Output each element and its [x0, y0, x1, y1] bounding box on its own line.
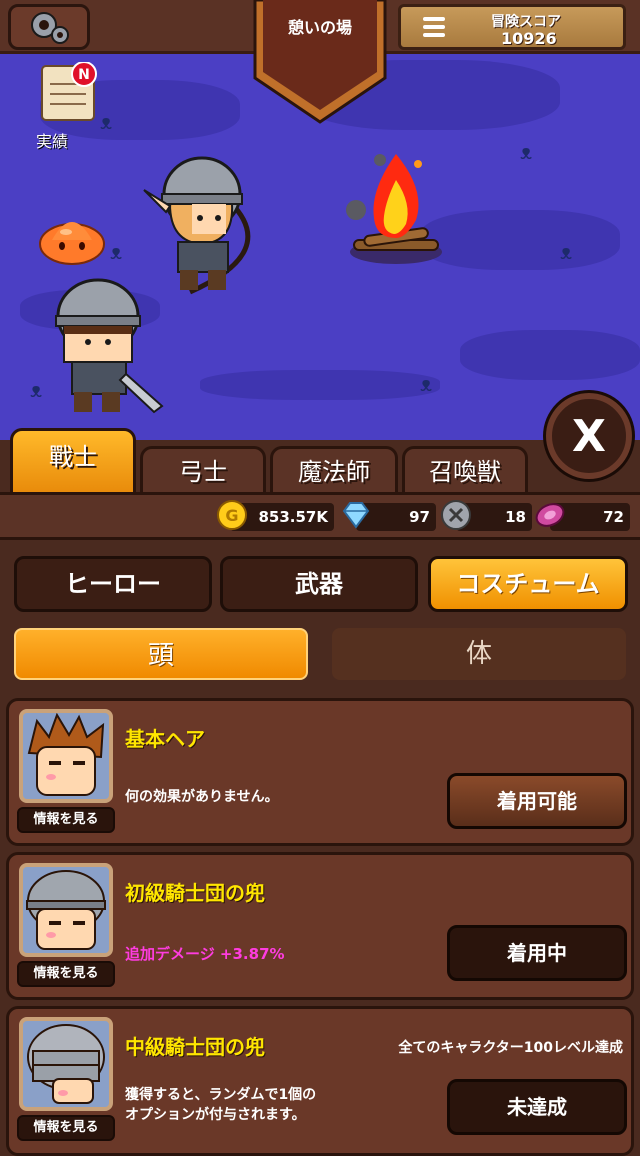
- slime-monster: [39, 222, 105, 265]
- tab-archer[interactable]: 弓士: [140, 446, 266, 494]
- basic-hair-portrait-icon: [27, 713, 105, 796]
- view-info-button[interactable]: 情報を見る: [17, 1115, 115, 1141]
- item-description: 何の効果がありません。: [125, 789, 279, 805]
- costume-item-card: 情報を見る 中級騎士団の兜 全てのキャラクター100レベル達成 獲得すると、ラン…: [6, 1006, 634, 1156]
- new-badge: N: [78, 67, 90, 83]
- diamond-icon: [342, 502, 370, 529]
- achievement-scroll-icon[interactable]: N: [36, 62, 100, 124]
- subcategory-head-button[interactable]: 頭: [14, 628, 308, 680]
- category-hero-button[interactable]: ヒーロー: [14, 556, 212, 612]
- category-weapon-button[interactable]: 武器: [220, 556, 418, 612]
- item-name: 基本ヘア: [125, 727, 205, 751]
- view-info-button[interactable]: 情報を見る: [17, 961, 115, 987]
- gold-coin-icon: G: [217, 500, 247, 530]
- silver-coin-icon: [441, 500, 471, 530]
- score-label: 冒険スコア: [491, 14, 561, 30]
- item-portrait: [19, 709, 113, 803]
- gear-icon: [31, 12, 69, 44]
- costume-item-card: 情報を見る 初級騎士団の兜 追加デメージ +3.87% 着用中: [6, 852, 634, 1000]
- achievement-label: 実績: [36, 132, 69, 151]
- item-description-line: オプションが付与されます。: [125, 1107, 306, 1123]
- close-icon: X: [572, 410, 606, 462]
- beginner-knight-helmet-icon: [26, 870, 106, 950]
- score-value: 10926: [501, 29, 557, 48]
- equipped-button[interactable]: 着用中: [447, 925, 627, 981]
- item-description: 獲得すると、ランダムで1個の オプションが付与されます。: [125, 1085, 316, 1125]
- item-description-line: 獲得すると、ランダムで1個の: [125, 1087, 317, 1103]
- tab-mage[interactable]: 魔法師: [270, 446, 398, 494]
- svg-text:G: G: [225, 506, 238, 525]
- intermediate-knight-helmet-icon: [27, 1024, 105, 1104]
- gem-icon: [535, 503, 565, 527]
- close-button[interactable]: X: [546, 393, 632, 479]
- item-portrait: [19, 863, 113, 957]
- subcategory-body-button[interactable]: 体: [332, 628, 626, 680]
- costume-item-card: 情報を見る 基本ヘア 何の効果がありません。 着用可能: [6, 698, 634, 846]
- tab-summon[interactable]: 召喚獣: [402, 446, 528, 494]
- equip-available-button[interactable]: 着用可能: [447, 773, 627, 829]
- item-portrait: [19, 1017, 113, 1111]
- menu-icon: [423, 17, 445, 41]
- adventure-score-panel[interactable]: 冒険スコア 10926: [398, 4, 626, 50]
- location-title: 憩いの場: [287, 18, 352, 37]
- item-bonus-stat: 追加デメージ +3.87%: [125, 945, 285, 963]
- view-info-button[interactable]: 情報を見る: [17, 807, 115, 833]
- campfire: [346, 154, 442, 264]
- not-achieved-button[interactable]: 未達成: [447, 1079, 627, 1135]
- category-costume-button[interactable]: コスチューム: [428, 556, 628, 612]
- settings-button[interactable]: [8, 4, 90, 50]
- tab-warrior[interactable]: 戰士: [10, 428, 136, 494]
- currency-bar: 853.57K G 97 18 72: [0, 492, 640, 540]
- item-name: 初級騎士団の兜: [125, 881, 265, 905]
- warrior-hero: [55, 278, 164, 414]
- item-requirement: 全てのキャラクター100レベル達成: [398, 1040, 623, 1056]
- item-name: 中級騎士団の兜: [125, 1035, 265, 1059]
